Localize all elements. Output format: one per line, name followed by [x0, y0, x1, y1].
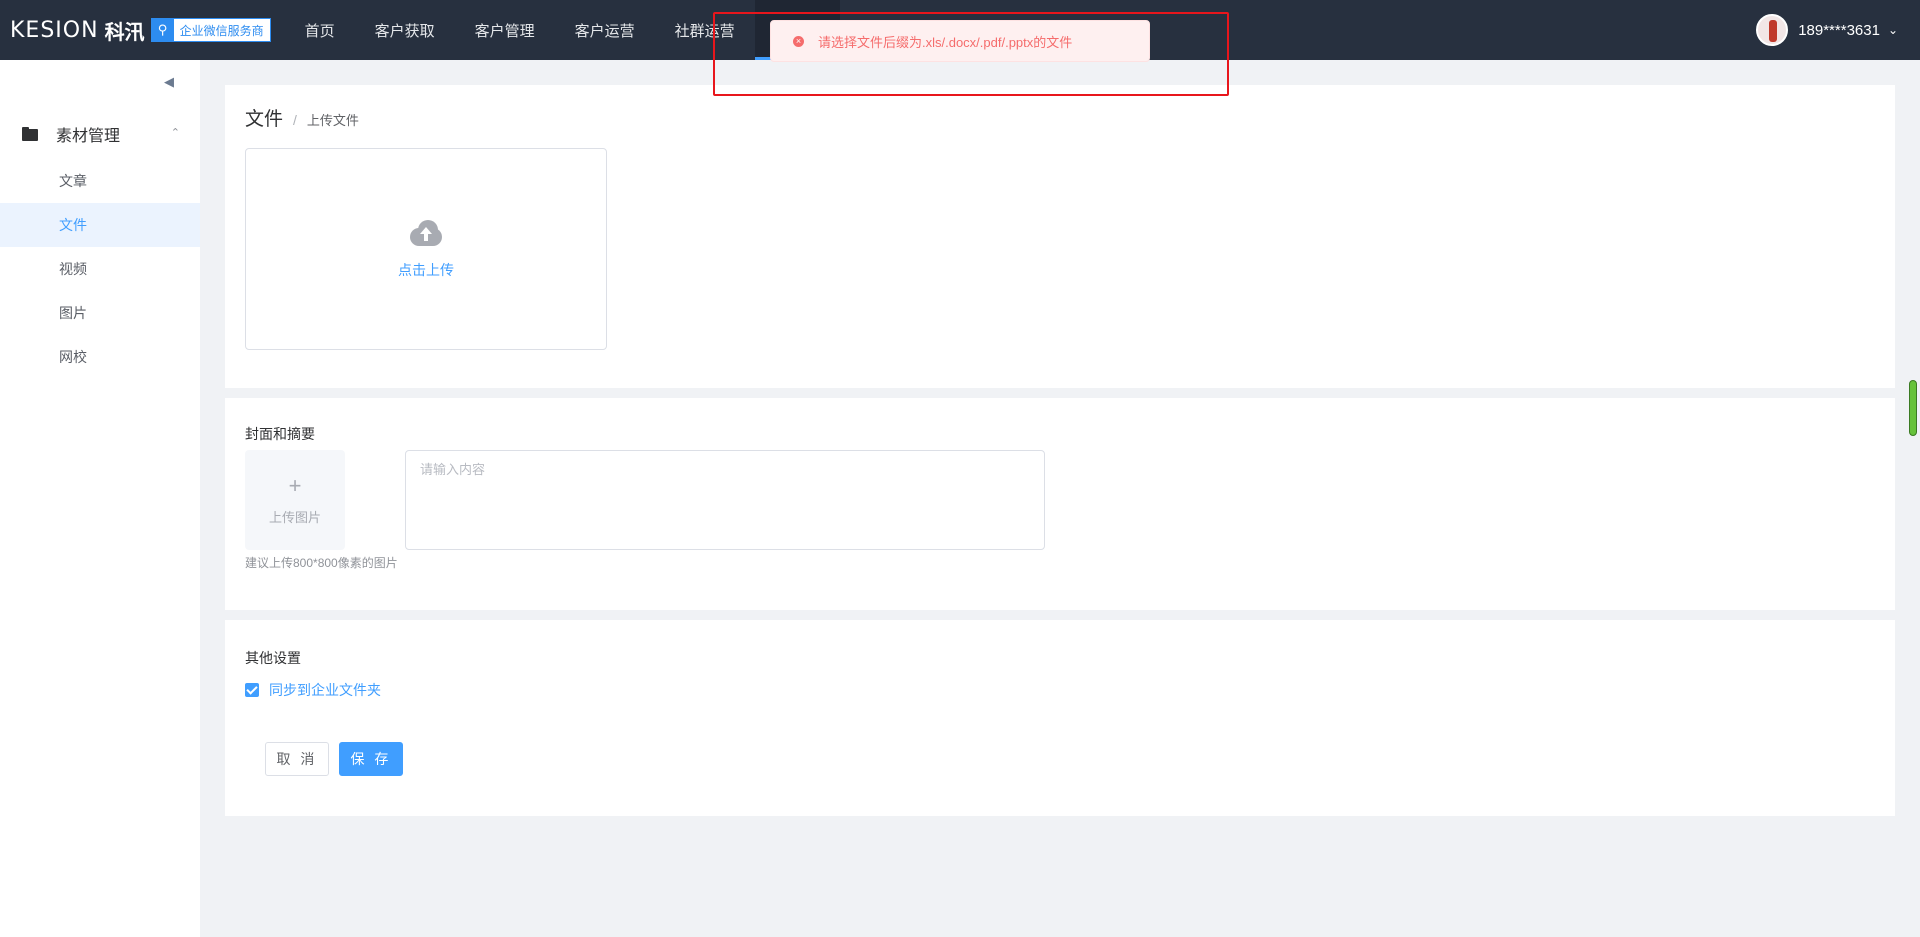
- upload-image-label: 上传图片: [268, 509, 321, 525]
- nav-item-customer-operation[interactable]: 客户运营: [555, 0, 655, 60]
- breadcrumb: 文件 / 上传文件: [245, 104, 359, 131]
- sidebar-item-image[interactable]: 图片: [0, 291, 200, 335]
- file-upload-area[interactable]: 点击上传: [245, 148, 607, 350]
- logo-badge: ⚲ 企业微信服务商: [150, 18, 271, 42]
- sidebar-item-article[interactable]: 文章: [0, 159, 200, 203]
- nav-item-customer-acquisition[interactable]: 客户获取: [355, 0, 455, 60]
- scrollbar-thumb[interactable]: [1909, 380, 1917, 436]
- cover-image-upload[interactable]: + 上传图片: [245, 450, 345, 550]
- sidebar-item-file[interactable]: 文件: [0, 203, 200, 247]
- sidebar-item-video[interactable]: 视频: [0, 247, 200, 291]
- nav-menu: 首页 客户获取 客户管理 客户运营 社群运营 素材库: [285, 0, 840, 60]
- sync-folder-label[interactable]: 同步到企业文件夹: [269, 680, 381, 700]
- nav-item-customer-management[interactable]: 客户管理: [455, 0, 555, 60]
- sidebar: ◀ 素材管理 ⌃ 文章 文件 视频 图片 网校: [0, 60, 200, 937]
- user-menu[interactable]: 189****3631 ⌄: [1756, 0, 1898, 60]
- cloud-upload-icon: [406, 218, 446, 248]
- logo[interactable]: KESION 科汛 ⚲ 企业微信服务商: [0, 0, 271, 60]
- folder-icon: [22, 127, 38, 141]
- other-settings-card: 其他设置 同步到企业文件夹 取 消 保 存: [225, 620, 1895, 816]
- cover-summary-card: 封面和摘要 + 上传图片 建议上传800*800像素的图片: [225, 398, 1895, 610]
- breadcrumb-file[interactable]: 文件: [245, 104, 283, 131]
- chevron-down-icon: ⌄: [1887, 23, 1898, 37]
- avatar: [1756, 14, 1789, 46]
- logo-cn: 科汛: [104, 21, 145, 44]
- sidebar-group-material[interactable]: 素材管理 ⌃: [0, 116, 200, 152]
- upload-file-card: 文件 / 上传文件 点击上传: [225, 85, 1895, 388]
- cancel-button[interactable]: 取 消: [265, 742, 329, 776]
- logo-badge-text: 企业微信服务商: [179, 23, 264, 38]
- sidebar-group-label: 素材管理: [56, 128, 121, 145]
- sidebar-item-online-school[interactable]: 网校: [0, 335, 200, 379]
- nav-item-community-operation[interactable]: 社群运营: [655, 0, 755, 60]
- chevron-up-icon: ⌃: [170, 127, 180, 139]
- breadcrumb-upload-file: 上传文件: [306, 113, 359, 128]
- search-icon: ⚲: [151, 19, 174, 41]
- section-title-other: 其他设置: [245, 650, 301, 666]
- error-circle-icon: ×: [793, 35, 804, 47]
- section-title-cover: 封面和摘要: [245, 426, 315, 442]
- save-button[interactable]: 保 存: [339, 742, 403, 776]
- nav-item-home[interactable]: 首页: [285, 0, 355, 60]
- breadcrumb-separator: /: [293, 112, 297, 128]
- collapse-sidebar-icon[interactable]: ◀: [164, 74, 174, 90]
- plus-icon: +: [288, 472, 302, 498]
- image-size-hint: 建议上传800*800像素的图片: [245, 556, 398, 570]
- error-toast: × 请选择文件后缀为.xls/.docx/.pdf/.pptx的文件: [770, 20, 1150, 62]
- sync-folder-checkbox[interactable]: [245, 683, 259, 697]
- user-name: 189****3631: [1798, 21, 1880, 39]
- summary-textarea[interactable]: [405, 450, 1045, 550]
- click-upload-text[interactable]: 点击上传: [398, 260, 454, 280]
- error-toast-message: 请选择文件后缀为.xls/.docx/.pdf/.pptx的文件: [818, 34, 1073, 50]
- logo-text: KESION: [10, 17, 99, 43]
- sync-folder-checkbox-row[interactable]: 同步到企业文件夹: [245, 680, 381, 700]
